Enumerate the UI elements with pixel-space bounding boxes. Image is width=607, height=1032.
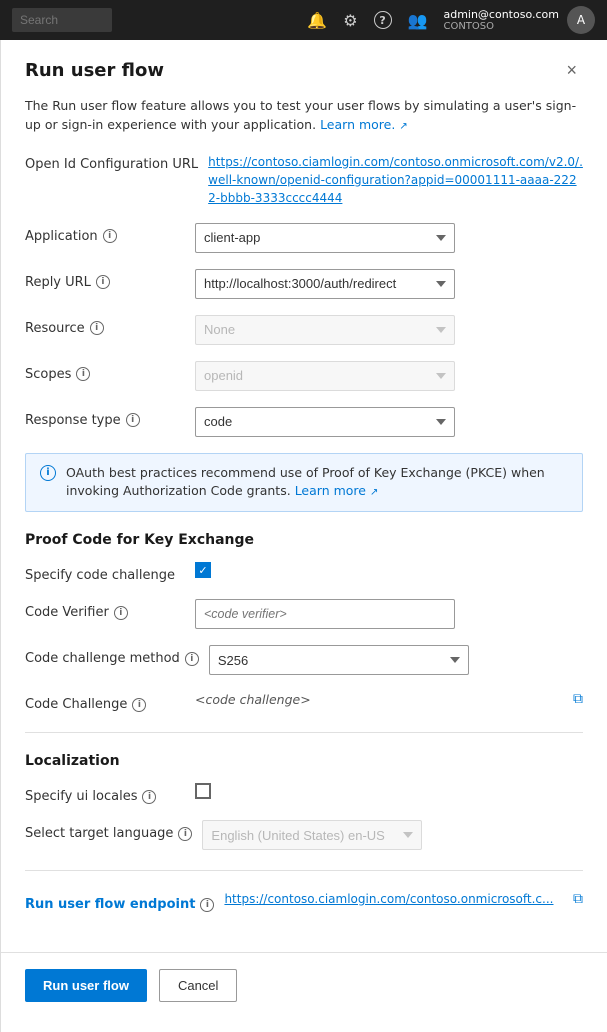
code-challenge-method-select[interactable]: S256 [209, 645, 469, 675]
specify-ui-info-icon: i [142, 790, 156, 804]
resource-row: Resource i None [25, 315, 583, 345]
openid-config-label: Open Id Configuration URL [25, 153, 198, 172]
panel-title: Run user flow [25, 60, 164, 81]
localization-section-title: Localization [25, 753, 583, 769]
pkce-section-title: Proof Code for Key Exchange [25, 532, 583, 548]
reply-url-row: Reply URL i http://localhost:3000/auth/r… [25, 269, 583, 299]
code-verifier-row: Code Verifier i [25, 599, 583, 629]
settings-icon[interactable]: ⚙ [343, 11, 357, 30]
specify-code-checkbox[interactable]: ✓ [195, 562, 211, 578]
user-name-block: admin@contoso.com CONTOSO [443, 8, 559, 32]
user-org: CONTOSO [443, 21, 559, 32]
application-row: Application i client-app [25, 223, 583, 253]
code-challenge-value: <code challenge> [195, 692, 565, 707]
external-link-icon-2: ↗ [370, 487, 378, 498]
copy-endpoint-icon[interactable]: ⧉ [573, 891, 583, 907]
response-type-label: Response type i [25, 407, 185, 428]
resource-label: Resource i [25, 315, 185, 336]
reply-url-label: Reply URL i [25, 269, 185, 290]
run-user-flow-button[interactable]: Run user flow [25, 969, 147, 1002]
panel-body: The Run user flow feature allows you to … [1, 97, 607, 952]
help-icon[interactable]: ? [374, 11, 392, 29]
endpoint-value[interactable]: https://contoso.ciamlogin.com/contoso.on… [224, 892, 557, 906]
search-input[interactable] [12, 8, 112, 32]
learn-more-link-top[interactable]: Learn more. [320, 117, 395, 132]
application-select[interactable]: client-app [195, 223, 455, 253]
scopes-row: Scopes i openid [25, 361, 583, 391]
response-type-select[interactable]: code [195, 407, 455, 437]
avatar[interactable]: A [567, 6, 595, 34]
info-box-content: OAuth best practices recommend use of Pr… [66, 464, 568, 502]
panel-header: Run user flow × [1, 40, 607, 97]
cancel-button[interactable]: Cancel [159, 969, 237, 1002]
response-type-info-icon: i [126, 413, 140, 427]
openid-config-url[interactable]: https://contoso.ciamlogin.com/contoso.on… [208, 155, 583, 205]
topbar-left [12, 8, 291, 32]
endpoint-row: Run user flow endpoint i https://contoso… [25, 891, 583, 912]
specify-code-checkbox-wrap[interactable]: ✓ [195, 562, 583, 578]
resource-info-icon: i [90, 321, 104, 335]
specify-ui-label: Specify ui locales i [25, 783, 185, 804]
learn-more-link-pkce[interactable]: Learn more [295, 483, 366, 498]
specify-ui-checkbox[interactable]: ✓ [195, 783, 211, 799]
code-verifier-info-icon: i [114, 606, 128, 620]
specify-ui-checkbox-wrap[interactable]: ✓ [195, 783, 583, 799]
target-language-info-icon: i [178, 827, 192, 841]
target-language-row: Select target language i English (United… [25, 820, 583, 850]
endpoint-label: Run user flow endpoint i [25, 891, 214, 912]
run-user-flow-panel: Run user flow × The Run user flow featur… [0, 40, 607, 1032]
application-info-icon: i [103, 229, 117, 243]
close-button[interactable]: × [560, 58, 583, 83]
description-text: The Run user flow feature allows you to … [25, 97, 583, 135]
specify-code-row: Specify code challenge ✓ [25, 562, 583, 583]
openid-config-row: Open Id Configuration URL https://contos… [25, 153, 583, 207]
resource-select[interactable]: None [195, 315, 455, 345]
specify-code-label: Specify code challenge [25, 562, 185, 583]
application-label: Application i [25, 223, 185, 244]
target-language-select[interactable]: English (United States) en-US [202, 820, 422, 850]
scopes-select[interactable]: openid [195, 361, 455, 391]
user-info: admin@contoso.com CONTOSO A [443, 6, 595, 34]
user-email: admin@contoso.com [443, 8, 559, 21]
info-box-icon: i [40, 465, 56, 481]
scopes-label: Scopes i [25, 361, 185, 382]
code-challenge-row: Code Challenge i <code challenge> ⧉ [25, 691, 583, 712]
topbar: 🔔 ⚙ ? 👥 admin@contoso.com CONTOSO A [0, 0, 607, 40]
footer-buttons: Run user flow Cancel [1, 952, 607, 1018]
code-challenge-method-row: Code challenge method i S256 [25, 645, 583, 675]
divider-2 [25, 870, 583, 871]
bell-icon[interactable]: 🔔 [307, 11, 327, 30]
feedback-icon[interactable]: 👥 [408, 11, 428, 30]
response-type-row: Response type i code [25, 407, 583, 437]
code-challenge-method-info-icon: i [185, 652, 199, 666]
copy-code-challenge-icon[interactable]: ⧉ [573, 691, 583, 707]
reply-url-info-icon: i [96, 275, 110, 289]
checkbox-check-icon: ✓ [198, 564, 207, 577]
pkce-info-box: i OAuth best practices recommend use of … [25, 453, 583, 513]
specify-ui-row: Specify ui locales i ✓ [25, 783, 583, 804]
target-language-label: Select target language i [25, 820, 192, 841]
scopes-info-icon: i [76, 367, 90, 381]
code-challenge-label: Code Challenge i [25, 691, 185, 712]
code-verifier-label: Code Verifier i [25, 599, 185, 620]
code-challenge-method-label: Code challenge method i [25, 645, 199, 666]
code-challenge-info-icon: i [132, 698, 146, 712]
external-link-icon: ↗ [399, 121, 407, 132]
reply-url-select[interactable]: http://localhost:3000/auth/redirect [195, 269, 455, 299]
divider-1 [25, 732, 583, 733]
code-verifier-input[interactable] [195, 599, 455, 629]
endpoint-info-icon: i [200, 898, 214, 912]
